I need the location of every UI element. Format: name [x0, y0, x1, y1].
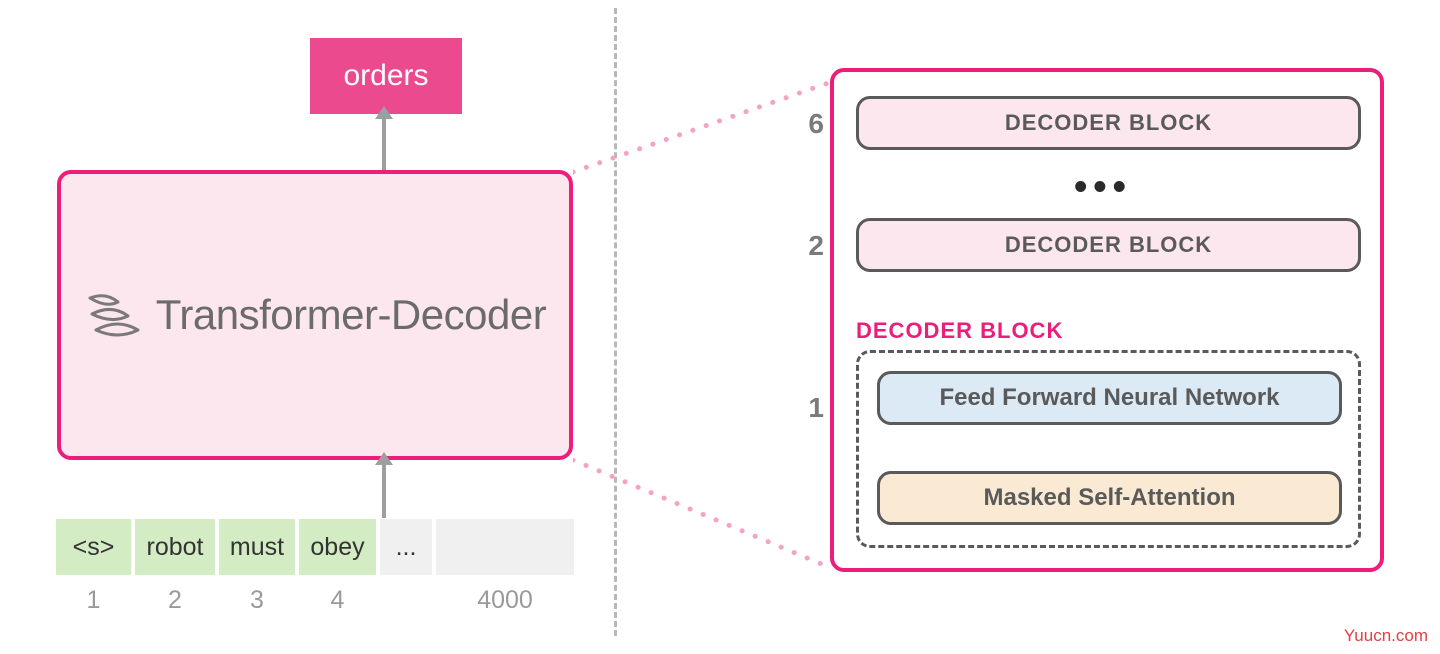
token-cell-ellipsis: ...: [380, 519, 432, 575]
token-cell: obey: [299, 519, 376, 575]
diagram-container: orders Transformer-Decoder <s> robot mus…: [0, 0, 1440, 654]
position: 4000: [436, 582, 574, 618]
token-cell: robot: [135, 519, 215, 575]
position: 4: [299, 582, 376, 618]
position: 1: [56, 582, 131, 618]
decoder-block-header: DECODER BLOCK: [856, 318, 1063, 344]
feed-forward-layer: Feed Forward Neural Network: [877, 371, 1342, 425]
decoder-title: Transformer-Decoder: [156, 291, 546, 339]
decoder-block-detail: Feed Forward Neural Network Masked Self-…: [856, 350, 1361, 548]
position: 3: [219, 582, 295, 618]
layer-number-1: 1: [784, 392, 824, 424]
input-tokens: <s> robot must obey ...: [56, 519, 574, 575]
decoder-block-2: DECODER BLOCK: [856, 218, 1361, 272]
vertical-divider: [614, 8, 617, 636]
arrow-up-output: [382, 117, 386, 170]
connector-bottom: [573, 458, 833, 578]
ellipsis-dots: •••: [1074, 166, 1132, 209]
layer-number-2: 2: [784, 230, 824, 262]
transformer-decoder-box: Transformer-Decoder: [57, 170, 573, 460]
position-indices: 1 2 3 4 4000: [56, 582, 574, 618]
output-token: orders: [310, 38, 462, 114]
transformer-icon: [84, 288, 144, 342]
arrow-up-input: [382, 463, 386, 518]
token-cell: <s>: [56, 519, 131, 575]
watermark: Yuucn.com: [1344, 626, 1428, 646]
position: 2: [135, 582, 215, 618]
layer-number-6: 6: [784, 108, 824, 140]
decoder-stack-panel: 6 DECODER BLOCK ••• 2 DECODER BLOCK DECO…: [830, 68, 1384, 572]
masked-self-attention-layer: Masked Self-Attention: [877, 471, 1342, 525]
decoder-block-6: DECODER BLOCK: [856, 96, 1361, 150]
token-cell: must: [219, 519, 295, 575]
position: [380, 582, 432, 618]
token-cell-blank: [436, 519, 574, 575]
